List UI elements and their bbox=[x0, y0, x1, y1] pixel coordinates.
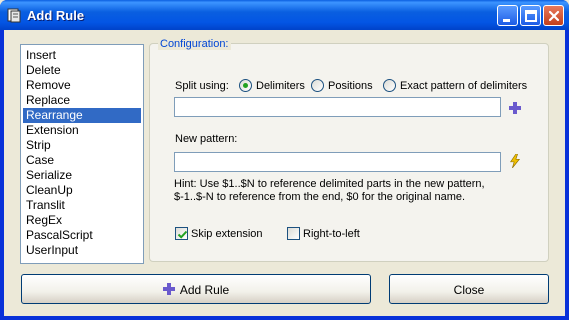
skip-extension-label[interactable]: Skip extension bbox=[191, 228, 263, 240]
split-using-label: Split using: bbox=[175, 80, 229, 92]
rule-list-item[interactable]: Strip bbox=[23, 138, 141, 153]
split-delimiters-label[interactable]: Delimiters bbox=[256, 80, 305, 92]
add-rule-button[interactable]: Add Rule bbox=[21, 274, 371, 304]
add-rule-label: Add Rule bbox=[179, 282, 230, 297]
app-icon bbox=[7, 8, 21, 23]
maximize-icon bbox=[525, 10, 537, 22]
maximize-button[interactable] bbox=[520, 5, 541, 26]
rule-list-item[interactable]: Serialize bbox=[23, 168, 141, 183]
hint-line-1: Hint: Use $1..$N to reference delimited … bbox=[174, 178, 485, 190]
split-positions-radio[interactable] bbox=[311, 79, 324, 92]
split-positions-label[interactable]: Positions bbox=[328, 80, 373, 92]
rule-list-item[interactable]: PascalScript bbox=[23, 228, 141, 243]
rule-list-item[interactable]: Insert bbox=[23, 48, 141, 63]
minimize-button[interactable] bbox=[497, 5, 518, 26]
rule-list-item[interactable]: Translit bbox=[23, 198, 141, 213]
configuration-group: Configuration: Split using: Delimiters P… bbox=[149, 38, 549, 262]
close-button[interactable]: Close bbox=[389, 274, 549, 304]
rule-list-item[interactable]: UserInput bbox=[23, 243, 141, 258]
close-icon bbox=[548, 10, 560, 22]
configuration-label: Configuration: bbox=[158, 38, 231, 50]
rule-list-item[interactable]: Extension bbox=[23, 123, 141, 138]
rule-list-item-selected[interactable]: Rearrange bbox=[23, 108, 141, 123]
hint-line-2: $-1..$-N to reference from the end, $0 f… bbox=[174, 191, 466, 203]
split-exact-pattern-label[interactable]: Exact pattern of delimiters bbox=[400, 80, 527, 92]
new-pattern-label: New pattern: bbox=[175, 133, 238, 145]
rule-list-item[interactable]: Remove bbox=[23, 78, 141, 93]
right-to-left-label[interactable]: Right-to-left bbox=[303, 228, 360, 240]
title-bar[interactable]: Add Rule bbox=[0, 0, 569, 30]
plus-icon[interactable] bbox=[508, 101, 522, 115]
split-exact-pattern-radio[interactable] bbox=[383, 79, 396, 92]
rule-list[interactable]: Insert Delete Remove Replace Rearrange E… bbox=[20, 44, 144, 264]
rule-list-item[interactable]: Case bbox=[23, 153, 141, 168]
add-rule-window: Add Rule Insert Delete Remove Replace Re… bbox=[0, 0, 569, 320]
rule-list-item[interactable]: CleanUp bbox=[23, 183, 141, 198]
plus-icon bbox=[162, 282, 175, 295]
close-window-button[interactable] bbox=[543, 5, 564, 26]
new-pattern-input[interactable] bbox=[174, 152, 501, 172]
window-title: Add Rule bbox=[27, 8, 85, 23]
minimize-icon bbox=[503, 19, 510, 22]
hint-text: Hint: Use $1..$N to reference delimited … bbox=[174, 178, 544, 204]
dialog-body: Insert Delete Remove Replace Rearrange E… bbox=[4, 30, 565, 316]
delimiters-input[interactable] bbox=[174, 97, 501, 117]
close-label: Close bbox=[453, 282, 485, 297]
right-to-left-checkbox[interactable] bbox=[287, 227, 300, 240]
split-delimiters-radio[interactable] bbox=[239, 79, 252, 92]
rule-list-item[interactable]: Replace bbox=[23, 93, 141, 108]
skip-extension-checkbox[interactable] bbox=[175, 227, 188, 240]
checkmark-icon bbox=[177, 230, 188, 239]
rule-list-item[interactable]: Delete bbox=[23, 63, 141, 78]
lightning-icon[interactable] bbox=[508, 154, 522, 168]
rule-list-item[interactable]: RegEx bbox=[23, 213, 141, 228]
